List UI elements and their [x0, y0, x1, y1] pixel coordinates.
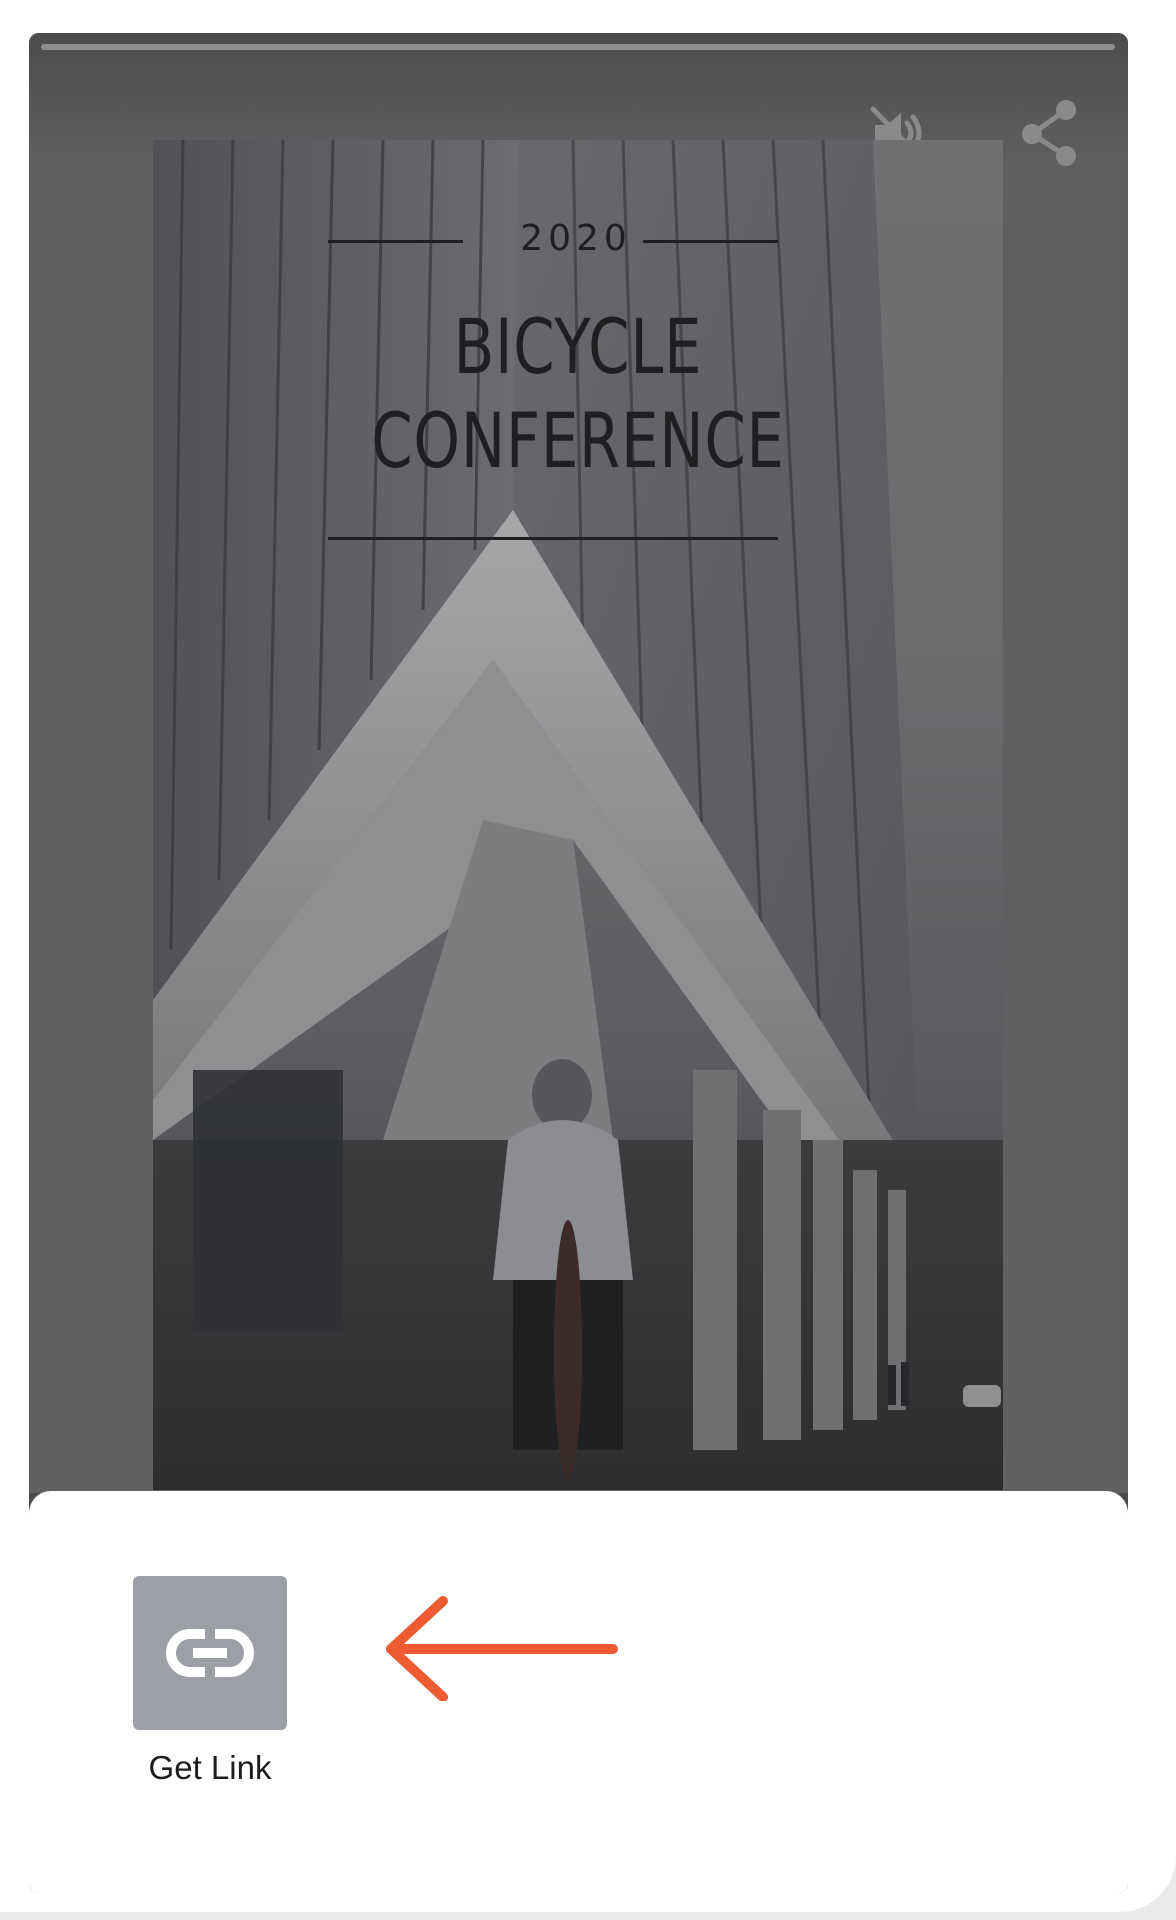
poster-year: 2020 — [520, 218, 632, 259]
page-background: 2020 BICYCLE CONFERENCE Get Link — [0, 0, 1176, 1920]
share-sheet: Get Link — [29, 1491, 1128, 1893]
story-viewer: 2020 BICYCLE CONFERENCE Get Link — [29, 33, 1128, 1893]
poster-title-line2: CONFERENCE — [371, 396, 785, 485]
get-link-label: Get Link — [148, 1749, 272, 1786]
link-icon — [166, 1628, 254, 1678]
modal-card: 2020 BICYCLE CONFERENCE Get Link — [0, 0, 1176, 1912]
share-icon — [1022, 100, 1076, 166]
poster-title-line1: BICYCLE — [453, 302, 703, 391]
annotation-arrow-icon — [386, 1596, 618, 1701]
poster-rule-bottom — [328, 537, 778, 540]
poster-title-block: 2020 BICYCLE CONFERENCE — [153, 140, 1003, 560]
story-progress-bar — [41, 44, 1115, 50]
get-link-button[interactable] — [133, 1576, 287, 1730]
story-poster-image: 2020 BICYCLE CONFERENCE — [153, 140, 1003, 1490]
share-button[interactable] — [1014, 97, 1086, 169]
